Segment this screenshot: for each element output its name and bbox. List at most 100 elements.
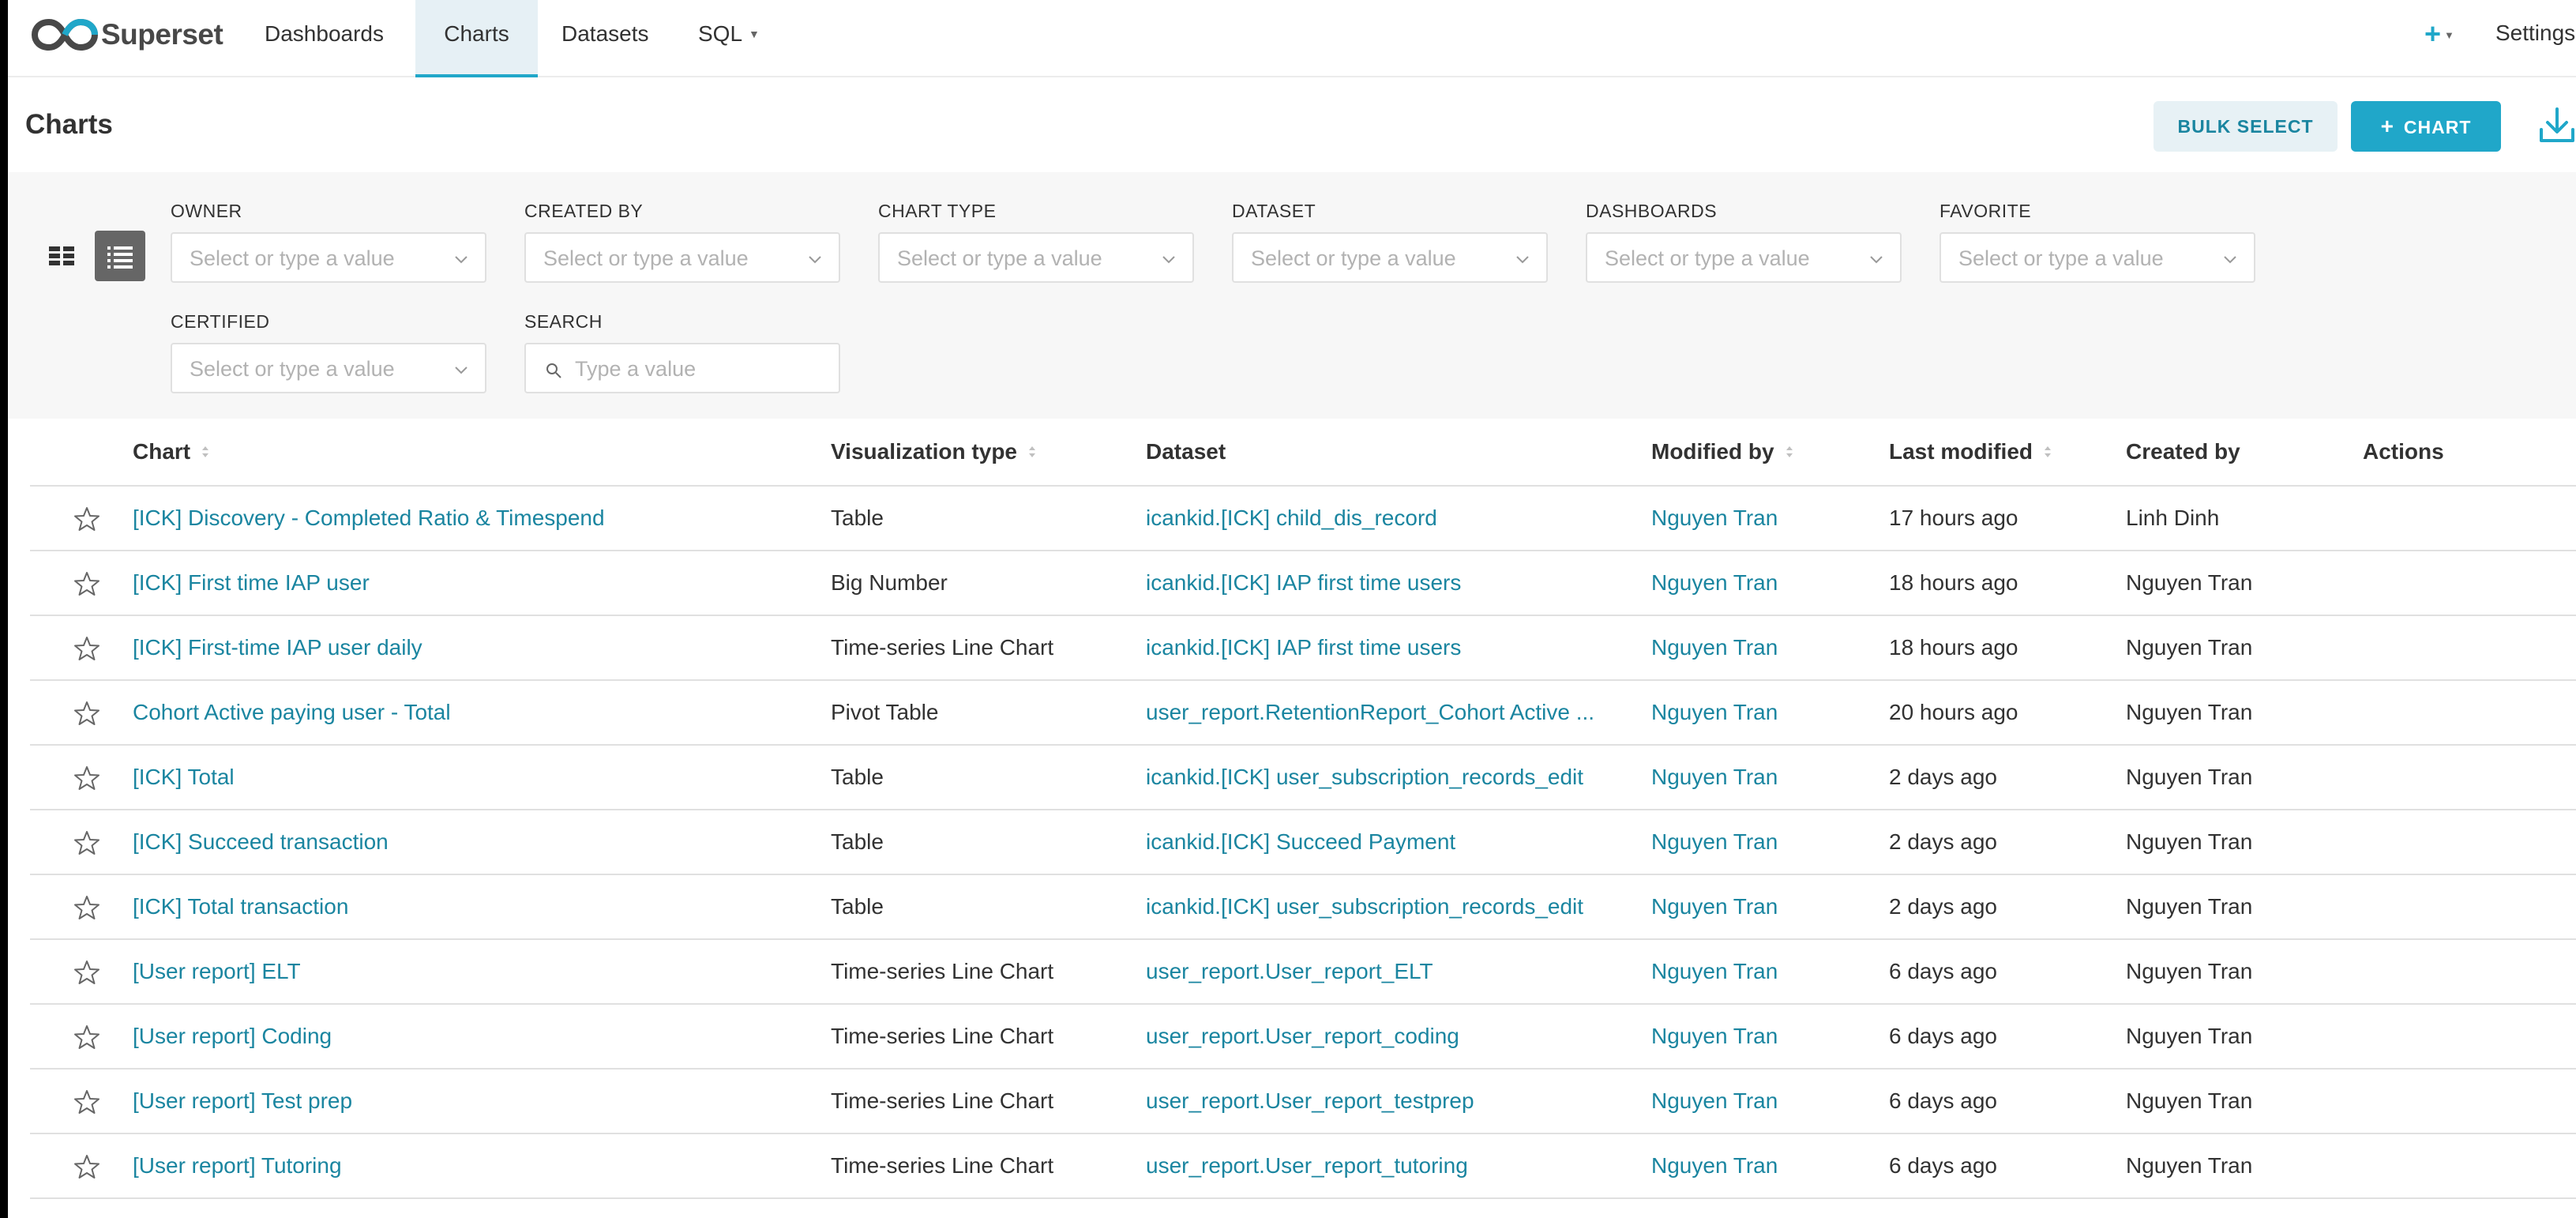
select-placeholder: Select or type a value <box>1605 246 1810 270</box>
column-header-modified-by[interactable]: Modified by <box>1651 439 1795 464</box>
star-icon[interactable] <box>73 764 101 792</box>
star-icon[interactable] <box>73 1152 101 1181</box>
table-row: [User report] ELT Time-series Line Chart u… <box>30 940 2576 1005</box>
dataset-link[interactable]: icankid.[ICK] IAP first time users <box>1146 635 1461 660</box>
caret-down-icon: ▼ <box>2444 29 2454 41</box>
search-input[interactable]: Type a value <box>524 343 840 393</box>
chevron-down-icon <box>455 367 468 374</box>
import-icon[interactable] <box>2538 106 2576 145</box>
dataset-link[interactable]: icankid.[ICK] Succeed Payment <box>1146 829 1455 855</box>
chart-name-link[interactable]: [User report] Coding <box>133 1024 332 1049</box>
column-header-chart[interactable]: Chart <box>133 439 211 464</box>
created-by-select[interactable]: Select or type a value <box>524 232 840 283</box>
chevron-down-icon <box>1162 256 1175 264</box>
viz-type-cell: Time-series Line Chart <box>831 1024 1054 1048</box>
dataset-link[interactable]: user_report.User_report_testprep <box>1146 1088 1474 1114</box>
dataset-link[interactable]: icankid.[ICK] IAP first time users <box>1146 570 1461 596</box>
chart-name-link[interactable]: [User report] ELT <box>133 959 301 984</box>
add-chart-label: CHART <box>2403 117 2472 137</box>
filter-label: CHART TYPE <box>878 201 997 221</box>
dashboards-select[interactable]: Select or type a value <box>1586 232 1902 283</box>
modified-by-link[interactable]: Nguyen Tran <box>1651 959 1778 984</box>
settings-menu[interactable]: Settings <box>2495 21 2575 46</box>
last-modified-cell: 2 days ago <box>1889 894 1997 919</box>
modified-by-link[interactable]: Nguyen Tran <box>1651 700 1778 725</box>
add-chart-button[interactable]: + CHART <box>2351 101 2501 152</box>
filter-label: CERTIFIED <box>171 311 270 332</box>
modified-by-link[interactable]: Nguyen Tran <box>1651 506 1778 531</box>
modified-by-link[interactable]: Nguyen Tran <box>1651 1024 1778 1049</box>
created-by-cell: Nguyen Tran <box>2126 635 2253 660</box>
star-icon[interactable] <box>73 829 101 857</box>
star-icon[interactable] <box>73 699 101 727</box>
card-view-icon[interactable] <box>36 231 87 281</box>
modified-by-link[interactable]: Nguyen Tran <box>1651 570 1778 596</box>
last-modified-cell: 6 days ago <box>1889 1153 1997 1178</box>
dataset-link[interactable]: icankid.[ICK] child_dis_record <box>1146 506 1437 531</box>
dataset-link[interactable]: user_report.User_report_coding <box>1146 1024 1459 1049</box>
modified-by-link[interactable]: Nguyen Tran <box>1651 765 1778 790</box>
modified-by-link[interactable]: Nguyen Tran <box>1651 635 1778 660</box>
table-row: [ICK] Total transaction Table icankid.[ICK… <box>30 875 2576 940</box>
viz-type-cell: Table <box>831 829 884 854</box>
select-placeholder: Select or type a value <box>190 246 395 270</box>
filter-label: DASHBOARDS <box>1586 201 1718 221</box>
bulk-select-button[interactable]: BULK SELECT <box>2154 101 2338 152</box>
page-title: Charts <box>25 109 113 140</box>
table-row: [ICK] First-time IAP user daily Time-seri… <box>30 616 2576 681</box>
dataset-link[interactable]: user_report.RetentionReport_Cohort Activ… <box>1146 700 1594 725</box>
chart-name-link[interactable]: [ICK] First-time IAP user daily <box>133 635 422 660</box>
dataset-link[interactable]: user_report.User_report_ELT <box>1146 959 1433 984</box>
chart-name-link[interactable]: [ICK] Total <box>133 765 235 790</box>
chart-name-link[interactable]: [ICK] First time IAP user <box>133 570 370 596</box>
star-icon[interactable] <box>73 1023 101 1051</box>
modified-by-link[interactable]: Nguyen Tran <box>1651 829 1778 855</box>
modified-by-link[interactable]: Nguyen Tran <box>1651 1088 1778 1114</box>
last-modified-cell: 2 days ago <box>1889 829 1997 854</box>
table-row: [User report] Tutoring Time-series Line C… <box>30 1134 2576 1199</box>
dataset-select[interactable]: Select or type a value <box>1232 232 1548 283</box>
created-by-cell: Nguyen Tran <box>2126 829 2253 854</box>
nav-sql[interactable]: SQL ▼ <box>698 0 760 77</box>
dataset-link[interactable]: user_report.User_report_tutoring <box>1146 1153 1468 1179</box>
last-modified-cell: 6 days ago <box>1889 1024 1997 1048</box>
star-icon[interactable] <box>73 505 101 533</box>
star-icon[interactable] <box>73 893 101 922</box>
modified-by-link[interactable]: Nguyen Tran <box>1651 894 1778 919</box>
chart-name-link[interactable]: [ICK] Total transaction <box>133 894 348 919</box>
star-icon[interactable] <box>73 1088 101 1116</box>
search-placeholder: Type a value <box>575 357 697 381</box>
dataset-link[interactable]: icankid.[ICK] user_subscription_records_… <box>1146 894 1583 919</box>
star-icon[interactable] <box>73 958 101 987</box>
chart-name-link[interactable]: [User report] Tutoring <box>133 1153 342 1179</box>
select-placeholder: Select or type a value <box>897 246 1102 270</box>
list-view-icon[interactable] <box>95 231 145 281</box>
plus-icon: + <box>2424 17 2442 50</box>
viz-type-cell: Table <box>831 506 884 530</box>
nav-dashboards[interactable]: Dashboards <box>265 0 384 77</box>
brand[interactable]: Superset <box>32 11 223 58</box>
table-row: [User report] Coding Time-series Line Cha… <box>30 1005 2576 1070</box>
table-row: [ICK] Succeed transaction Table icankid.[I… <box>30 810 2576 875</box>
chart-name-link[interactable]: [User report] Test prep <box>133 1088 352 1114</box>
table-row: [ICK] First time IAP user Big Number icank… <box>30 551 2576 616</box>
chart-name-link[interactable]: [ICK] Discovery - Completed Ratio & Time… <box>133 506 605 531</box>
chart-name-link[interactable]: [ICK] Succeed transaction <box>133 829 389 855</box>
filter-panel: OWNER Select or type a value CREATED BY … <box>8 172 2576 419</box>
nav-charts[interactable]: Charts <box>415 0 538 77</box>
column-header-viz-type[interactable]: Visualization type <box>831 439 1038 464</box>
chart-name-link[interactable]: Cohort Active paying user - Total <box>133 700 451 725</box>
table-header: Chart Visualization type Dataset Modifie… <box>30 419 2576 487</box>
modified-by-link[interactable]: Nguyen Tran <box>1651 1153 1778 1179</box>
column-header-last-modified[interactable]: Last modified <box>1889 439 2053 464</box>
star-icon[interactable] <box>73 634 101 663</box>
owner-select[interactable]: Select or type a value <box>171 232 486 283</box>
favorite-select[interactable]: Select or type a value <box>1940 232 2255 283</box>
certified-select[interactable]: Select or type a value <box>171 343 486 393</box>
new-menu-button[interactable]: + ▼ <box>2424 17 2454 51</box>
created-by-cell: Nguyen Tran <box>2126 1153 2253 1178</box>
chart-type-select[interactable]: Select or type a value <box>878 232 1194 283</box>
star-icon[interactable] <box>73 570 101 598</box>
nav-datasets[interactable]: Datasets <box>561 0 649 77</box>
dataset-link[interactable]: icankid.[ICK] user_subscription_records_… <box>1146 765 1583 790</box>
